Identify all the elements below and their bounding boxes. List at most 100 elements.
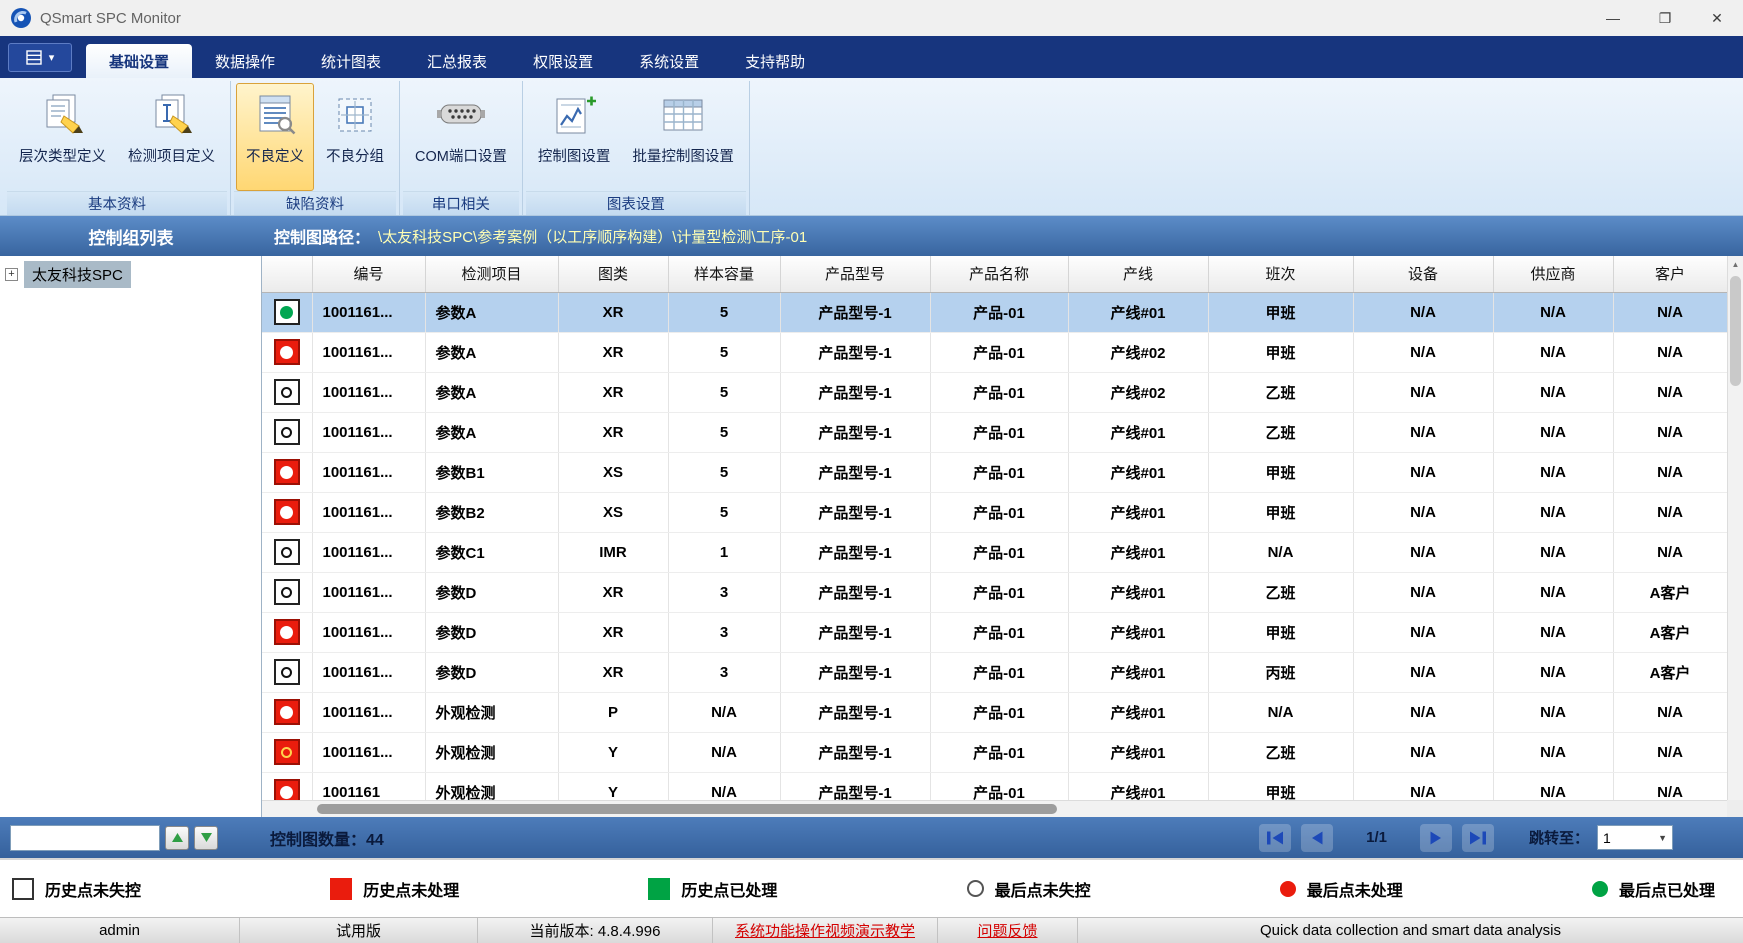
search-down-button[interactable] [194,826,218,850]
chart-path-label: 控制图路径： [274,224,370,248]
table-cell: N/A [668,692,780,732]
menu-tab-6[interactable]: 支持帮助 [722,44,828,78]
status-cell [262,572,312,612]
ribbon-group-label: 缺陷资料 [234,191,396,215]
horizontal-scroll-thumb[interactable] [317,804,1057,814]
vertical-scroll-thumb[interactable] [1730,276,1741,386]
table-row[interactable]: 1001161...外观检测YN/A产品型号-1产品-01产线#01乙班N/AN… [262,732,1727,772]
table-cell: 产品-01 [930,732,1068,772]
scroll-up-icon[interactable]: ▲ [1728,256,1743,272]
status-version: 当前版本: 4.8.4.996 [478,918,713,943]
legend-circle-red-icon [1280,881,1296,897]
menu-tab-4[interactable]: 权限设置 [510,44,616,78]
table-cell: 5 [668,332,780,372]
jump-to-label: 跳转至： [1529,827,1589,848]
maximize-button[interactable]: ❐ [1639,0,1691,36]
chevron-down-icon: ▾ [49,51,55,64]
main-menu-button[interactable]: ▾ [8,43,72,72]
minimize-button[interactable]: — [1587,0,1639,36]
column-header[interactable]: 编号 [312,256,425,292]
status-dot [280,786,293,799]
table-cell: N/A [1353,612,1493,652]
ribbon-button-control-chart[interactable]: 控制图设置 [528,83,621,191]
table-cell: N/A [1493,492,1613,532]
menu-tab-1[interactable]: 数据操作 [192,44,298,78]
search-up-button[interactable] [165,826,189,850]
column-header[interactable]: 检测项目 [425,256,558,292]
tree-root-label[interactable]: 太友科技SPC [24,261,131,288]
video-tutorial-link[interactable]: 系统功能操作视频演示教学 [713,918,938,943]
table-cell: 乙班 [1208,372,1353,412]
table-cell: 产线#01 [1068,292,1208,332]
column-header[interactable]: 产品型号 [780,256,930,292]
tree-search-input[interactable] [10,825,160,851]
table-row[interactable]: 1001161...参数B1XS5产品型号-1产品-01产线#01甲班N/AN/… [262,452,1727,492]
ribbon-button-hierarchy-type[interactable]: 层次类型定义 [9,83,116,191]
menu-tab-2[interactable]: 统计图表 [298,44,404,78]
chart-count-label: 控制图数量：44 [270,826,384,850]
jump-to-select[interactable]: 1 ▼ [1597,825,1673,850]
path-bar: 控制组列表 控制图路径： \太友科技SPC\参考案例（以工序顺序构建）\计量型检… [0,216,1743,256]
ribbon-tabs: 基础设置数据操作统计图表汇总报表权限设置系统设置支持帮助 [86,44,828,78]
table-row[interactable]: 1001161...参数AXR5产品型号-1产品-01产线#01乙班N/AN/A… [262,412,1727,452]
legend-square-red-icon [330,878,352,900]
ribbon-button-com-port[interactable]: COM端口设置 [405,83,517,191]
column-header[interactable]: 供应商 [1493,256,1613,292]
table-cell: 甲班 [1208,332,1353,372]
tree-expander-icon[interactable]: + [5,268,18,281]
table-cell: 参数A [425,292,558,332]
table-cell: 1001161... [312,412,425,452]
close-button[interactable]: ✕ [1691,0,1743,36]
horizontal-scrollbar[interactable] [262,800,1727,817]
table-cell: 5 [668,492,780,532]
app-window: QSmart SPC Monitor — ❐ ✕ ▾ 基础设置数据操作统计图表汇… [0,0,1743,943]
ribbon-button-defect-group[interactable]: 不良分组 [316,83,394,191]
ribbon-button-label: 不良分组 [326,145,384,166]
table-cell: 1001161... [312,292,425,332]
table-cell: 5 [668,292,780,332]
table-cell: N/A [1493,412,1613,452]
vertical-scrollbar[interactable]: ▲ [1727,256,1743,800]
status-slogan: Quick data collection and smart data ana… [1078,918,1743,943]
column-header[interactable]: 产品名称 [930,256,1068,292]
column-header[interactable]: 班次 [1208,256,1353,292]
ribbon-button-inspection-item[interactable]: 检测项目定义 [118,83,225,191]
table-cell: 外观检测 [425,732,558,772]
table-row[interactable]: 1001161...参数AXR5产品型号-1产品-01产线#02乙班N/AN/A… [262,372,1727,412]
menu-tab-3[interactable]: 汇总报表 [404,44,510,78]
feedback-link[interactable]: 问题反馈 [938,918,1078,943]
column-header[interactable]: 产线 [1068,256,1208,292]
next-page-button[interactable] [1420,824,1452,852]
column-header[interactable]: 客户 [1613,256,1727,292]
table-row[interactable]: 1001161...参数AXR5产品型号-1产品-01产线#01甲班N/AN/A… [262,292,1727,332]
table-cell: XR [558,572,668,612]
status-user: admin [0,918,240,943]
tree-item-root[interactable]: + 太友科技SPC [0,259,261,289]
table-row[interactable]: 1001161...参数AXR5产品型号-1产品-01产线#02甲班N/AN/A… [262,332,1727,372]
ribbon-button-defect-definition[interactable]: 不良定义 [236,83,314,191]
column-header[interactable]: 设备 [1353,256,1493,292]
table-row[interactable]: 1001161...参数DXR3产品型号-1产品-01产线#01乙班N/AN/A… [262,572,1727,612]
table-row[interactable]: 1001161...参数B2XS5产品型号-1产品-01产线#01甲班N/AN/… [262,492,1727,532]
column-header-status[interactable] [262,256,312,292]
table-cell: 1001161... [312,492,425,532]
table-cell: Y [558,732,668,772]
table-row[interactable]: 1001161...参数DXR3产品型号-1产品-01产线#01甲班N/AN/A… [262,612,1727,652]
menu-tab-0[interactable]: 基础设置 [86,44,192,78]
first-page-button[interactable] [1259,824,1291,852]
ribbon-button-label: 检测项目定义 [128,145,215,166]
table-cell: 产品-01 [930,332,1068,372]
previous-page-button[interactable] [1301,824,1333,852]
table-row[interactable]: 1001161...外观检测PN/A产品型号-1产品-01产线#01N/AN/A… [262,692,1727,732]
status-icon-red-square-white-dot [274,499,300,525]
table-cell: N/A [1493,652,1613,692]
menu-tab-5[interactable]: 系统设置 [616,44,722,78]
table-row[interactable]: 1001161...参数DXR3产品型号-1产品-01产线#01丙班N/AN/A… [262,652,1727,692]
last-page-button[interactable] [1462,824,1494,852]
table-row[interactable]: 1001161...参数C1IMR1产品型号-1产品-01产线#01N/AN/A… [262,532,1727,572]
table-cell: XR [558,652,668,692]
column-header[interactable]: 样本容量 [668,256,780,292]
legend-item: 最后点未失控 [967,877,1091,901]
ribbon-button-batch-control-chart[interactable]: 批量控制图设置 [622,83,744,191]
column-header[interactable]: 图类 [558,256,668,292]
